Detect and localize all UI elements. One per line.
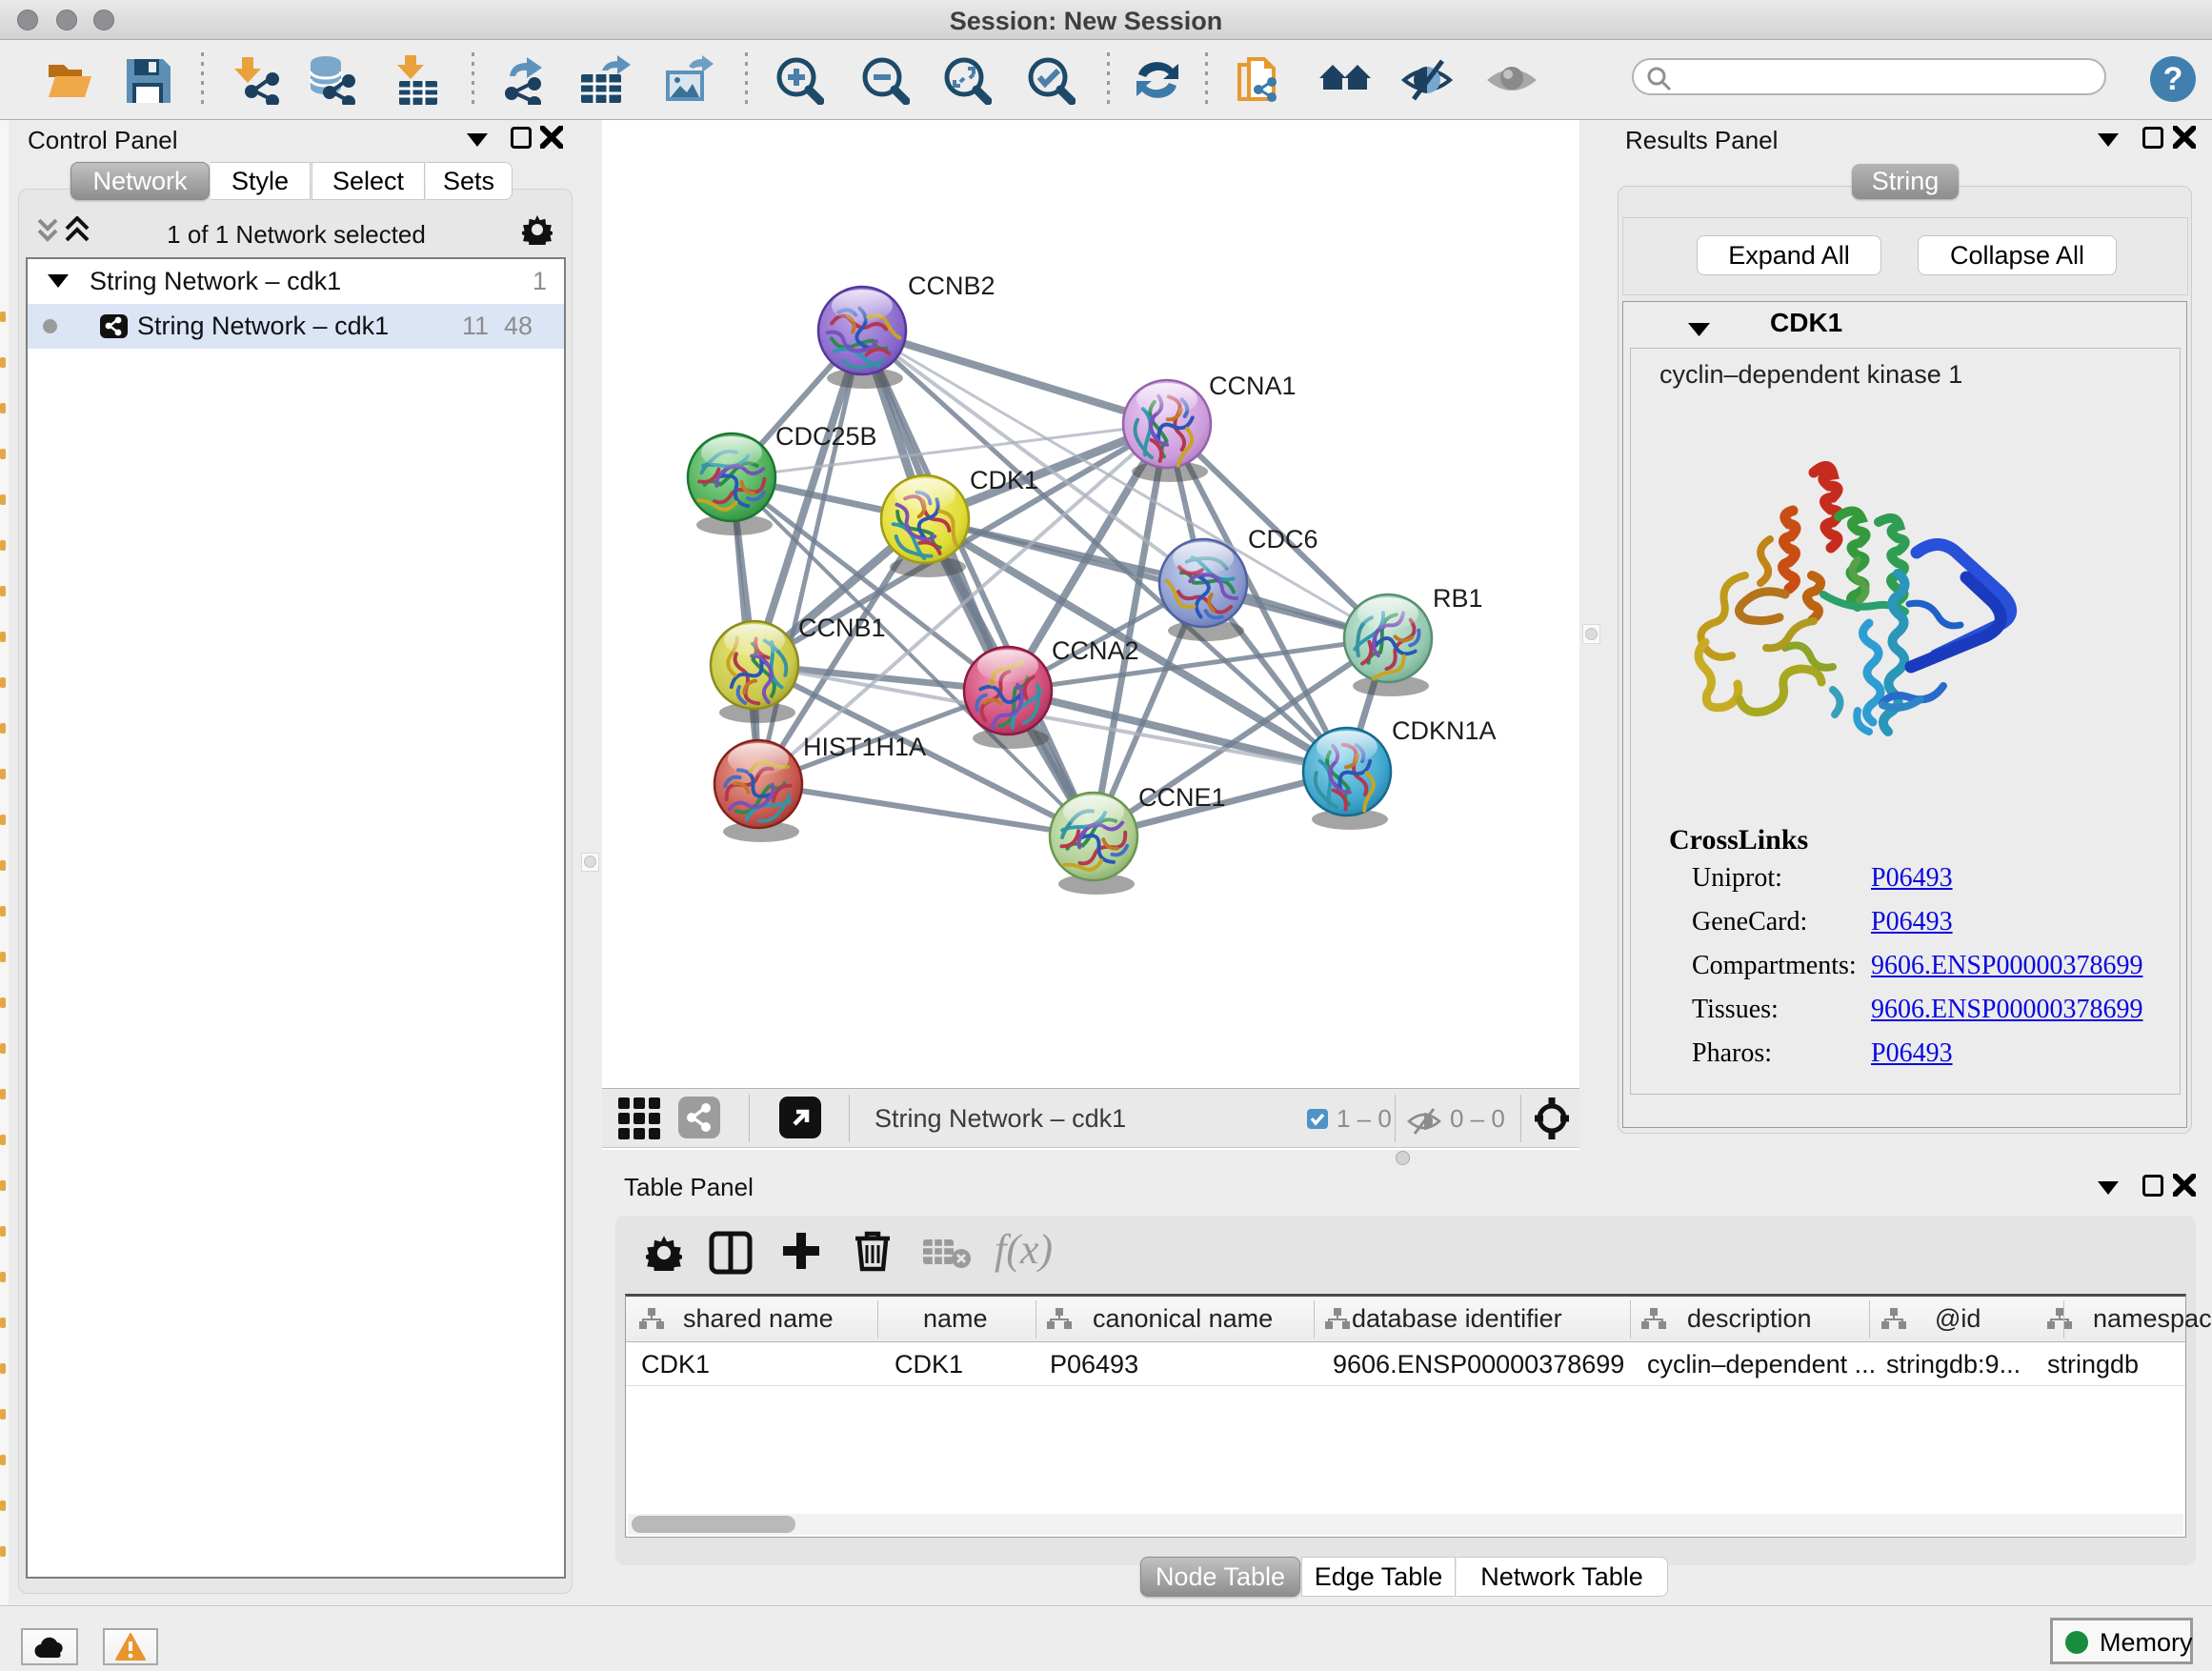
svg-text:CCNB1: CCNB1: [798, 614, 886, 642]
svg-text:CCNA1: CCNA1: [1209, 372, 1297, 400]
svg-text:CCNE1: CCNE1: [1138, 783, 1226, 812]
svg-text:RB1: RB1: [1433, 584, 1483, 613]
svg-text:CDK1: CDK1: [970, 466, 1038, 494]
svg-text:CCNB2: CCNB2: [908, 272, 995, 300]
svg-text:HIST1H1A: HIST1H1A: [803, 733, 926, 761]
svg-text:?: ?: [2163, 61, 2183, 97]
svg-text:CDC6: CDC6: [1248, 525, 1318, 554]
svg-text:CDC25B: CDC25B: [775, 422, 877, 451]
svg-text:CDKN1A: CDKN1A: [1392, 716, 1497, 745]
svg-text:CCNA2: CCNA2: [1052, 636, 1139, 665]
